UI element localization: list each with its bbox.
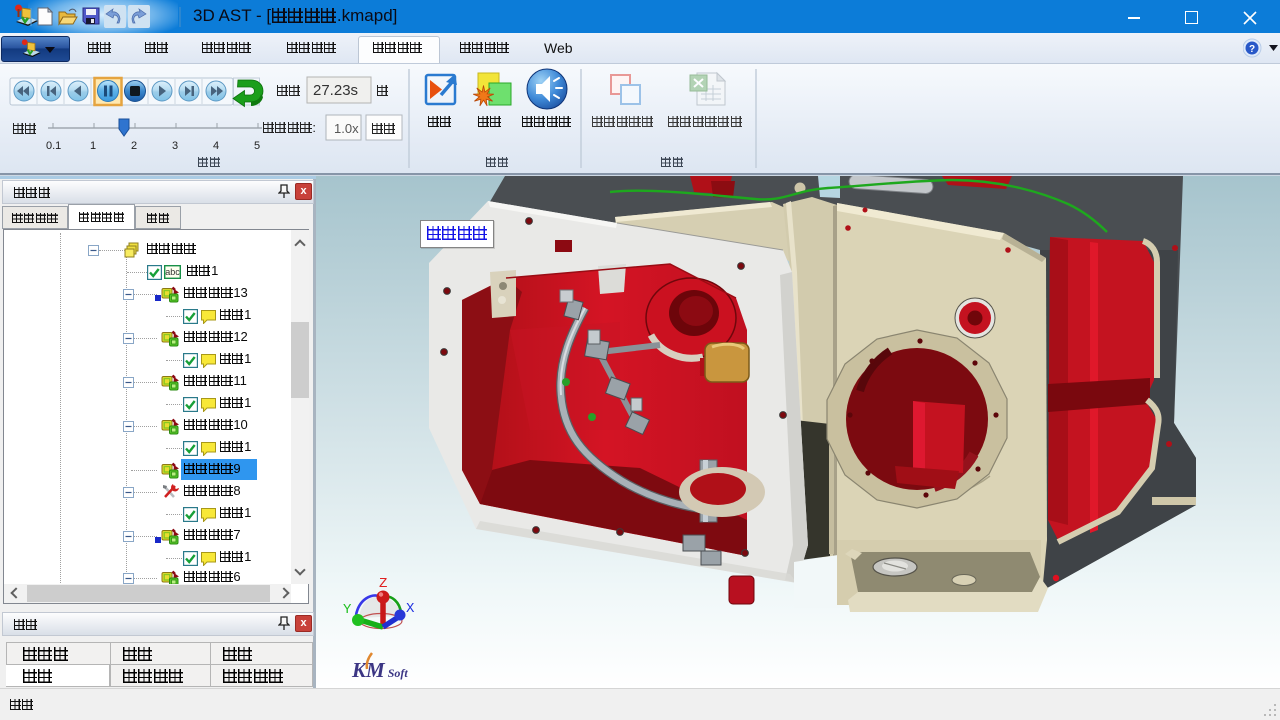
svg-text:Z: Z xyxy=(379,576,387,592)
svg-text:?: ? xyxy=(1249,44,1255,55)
svg-text:X: X xyxy=(406,601,415,617)
svg-text:Y: Y xyxy=(343,602,352,618)
